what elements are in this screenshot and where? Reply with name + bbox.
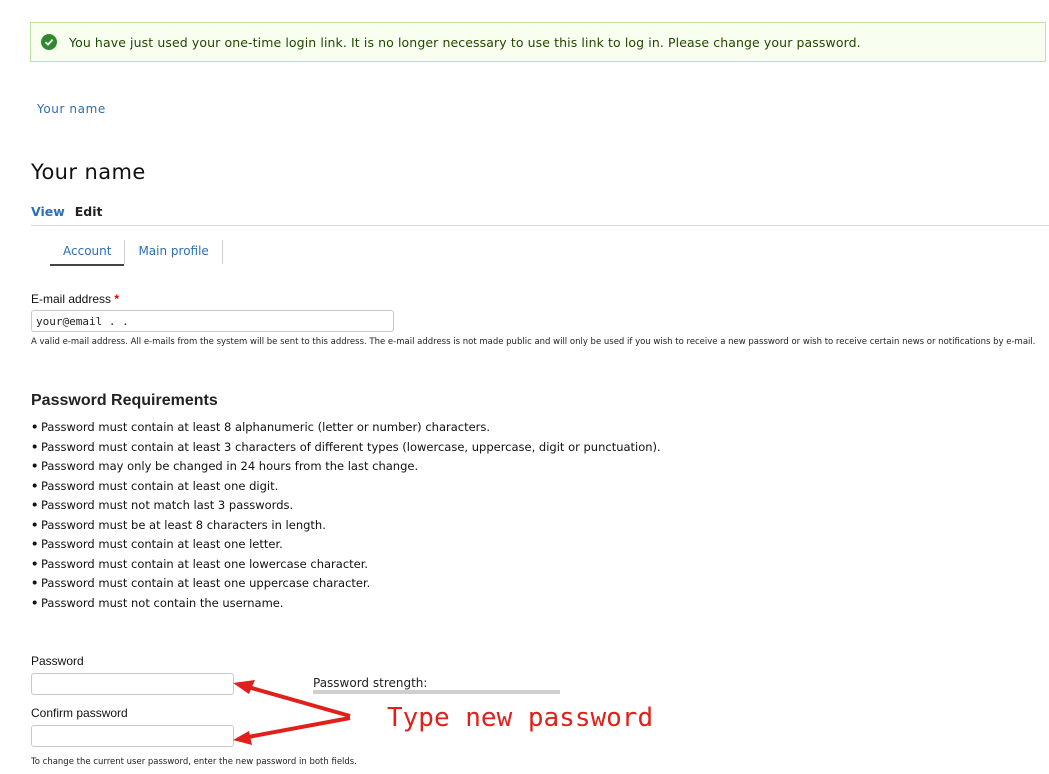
required-mark: * (114, 292, 120, 306)
check-icon (41, 34, 57, 50)
password-strength-label: Password strength: (313, 676, 428, 690)
primary-tabs: View Edit (31, 204, 103, 219)
email-label-text: E-mail address (31, 292, 112, 306)
password-description: To change the current user password, ent… (31, 757, 357, 767)
list-item: Password must not match last 3 passwords… (31, 496, 661, 516)
secondary-tabs: Account Main profile (50, 240, 223, 268)
email-label: E-mail address * (31, 292, 119, 306)
list-item: Password must contain at least one lette… (31, 535, 661, 555)
status-message: You have just used your one-time login l… (30, 22, 1046, 62)
password-field[interactable] (31, 673, 234, 695)
password-requirements-list: Password must contain at least 8 alphanu… (31, 418, 661, 613)
tab-separator (221, 240, 223, 264)
tab-edit[interactable]: Edit (75, 204, 103, 219)
password-strength-meter (313, 690, 560, 694)
breadcrumb[interactable]: Your name (37, 102, 106, 116)
confirm-password-label: Confirm password (31, 706, 128, 720)
status-message-text: You have just used your one-time login l… (69, 34, 861, 50)
confirm-password-field[interactable] (31, 725, 234, 747)
email-description: A valid e-mail address. All e-mails from… (31, 337, 1036, 347)
password-requirements-heading: Password Requirements (31, 392, 218, 409)
list-item: Password must contain at least one upper… (31, 574, 661, 594)
email-field[interactable] (31, 310, 394, 332)
tab-main-profile[interactable]: Main profile (125, 240, 221, 262)
password-label: Password (31, 654, 84, 668)
page-title: Your name (31, 160, 146, 184)
list-item: Password must be at least 8 characters i… (31, 516, 661, 536)
annotation-type-new-password: Type new password (387, 703, 654, 733)
list-item: Password must contain at least 3 charact… (31, 438, 661, 458)
tab-account[interactable]: Account (50, 240, 125, 266)
arrow-to-confirm (233, 716, 351, 745)
list-item: Password must contain at least one lower… (31, 555, 661, 575)
list-item: Password must not contain the username. (31, 594, 661, 614)
annotation-arrows (233, 680, 351, 745)
list-item: Password must contain at least one digit… (31, 477, 661, 497)
list-item: Password must contain at least 8 alphanu… (31, 418, 661, 438)
tab-view[interactable]: View (31, 204, 65, 219)
tabs-divider (31, 225, 1049, 226)
list-item: Password may only be changed in 24 hours… (31, 457, 661, 477)
